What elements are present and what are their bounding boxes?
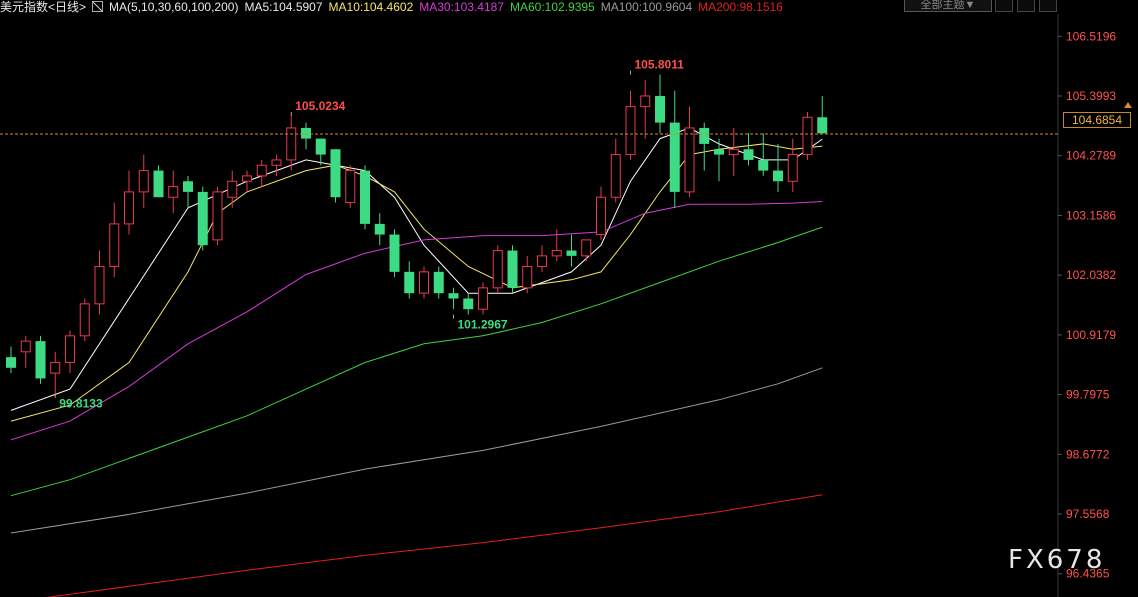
candle-body bbox=[35, 341, 46, 379]
ma-line-ma60 bbox=[10, 226, 823, 497]
candle-body bbox=[817, 117, 828, 134]
candle-body bbox=[50, 361, 61, 374]
candle-body bbox=[537, 255, 547, 268]
ma-line-ma100 bbox=[10, 367, 823, 534]
candle-body bbox=[522, 266, 533, 289]
candle-body bbox=[109, 223, 120, 268]
candle-body bbox=[286, 127, 297, 161]
y-tick-label: 103.1586 bbox=[1066, 208, 1116, 222]
candle-body bbox=[802, 116, 813, 156]
candle-body bbox=[168, 186, 179, 198]
last-price-badge: 104.6854 bbox=[1063, 112, 1131, 128]
candle-body bbox=[743, 149, 754, 160]
ma-line-ma5 bbox=[10, 127, 823, 411]
candle-body bbox=[419, 271, 429, 294]
watermark-logo: FX678 bbox=[1008, 545, 1106, 575]
y-tick-label: 100.9179 bbox=[1066, 328, 1116, 342]
candle-body bbox=[448, 293, 459, 299]
y-tick-label: 105.3993 bbox=[1066, 89, 1116, 103]
candle-body bbox=[124, 191, 134, 225]
low-label: 99.8133 bbox=[59, 397, 103, 411]
price-plot: 106.5196 105.3993 104.2789 103.1586 102.0382… bbox=[0, 14, 1132, 597]
candle-body bbox=[551, 250, 562, 257]
candle-body bbox=[389, 234, 400, 272]
candle-body bbox=[79, 303, 90, 337]
candle-body bbox=[684, 127, 695, 193]
y-tick-label: 98.6772 bbox=[1066, 447, 1110, 461]
candle-body bbox=[728, 148, 739, 156]
candle-body bbox=[6, 357, 16, 368]
ma-line-ma200 bbox=[46, 494, 823, 597]
candle-body bbox=[227, 180, 238, 198]
y-tick-label: 97.5568 bbox=[1066, 507, 1110, 521]
y-tick-label: 106.5196 bbox=[1066, 29, 1116, 43]
y-tick-label: 104.2789 bbox=[1066, 149, 1116, 163]
candle-body bbox=[197, 191, 208, 246]
candle-body bbox=[256, 164, 267, 177]
candle-body bbox=[330, 149, 341, 198]
candle-body bbox=[65, 335, 75, 363]
candle-body bbox=[699, 127, 710, 144]
candle-body bbox=[596, 196, 606, 236]
y-tick-label: 99.7975 bbox=[1066, 388, 1110, 402]
candle-body bbox=[478, 287, 488, 310]
high-label: 105.0234 bbox=[295, 99, 345, 113]
candle-body bbox=[20, 340, 31, 353]
candle-body bbox=[212, 191, 223, 241]
candle-body bbox=[669, 122, 680, 192]
y-tick-label: 102.0382 bbox=[1066, 268, 1116, 282]
candle-body bbox=[374, 223, 385, 235]
candle-body bbox=[758, 159, 769, 171]
candlestick-chart[interactable]: 美元指数<日线> MA(5,10,30,60,100,200) MA5:104.59… bbox=[0, 0, 1138, 597]
last-price-arrow-icon bbox=[1124, 102, 1132, 108]
candle-body bbox=[404, 271, 415, 294]
ma-line-ma10 bbox=[10, 143, 823, 422]
candle-body bbox=[463, 298, 474, 310]
candle-body bbox=[773, 170, 783, 182]
candle-body bbox=[301, 127, 311, 139]
candle-body bbox=[625, 106, 636, 156]
candle-body bbox=[315, 138, 326, 155]
candle-body bbox=[566, 250, 577, 256]
candle-body bbox=[271, 159, 282, 166]
candle-body bbox=[714, 149, 724, 155]
candle-body bbox=[433, 271, 444, 294]
candle-body bbox=[610, 154, 621, 198]
candle-body bbox=[94, 266, 105, 305]
candle-body bbox=[640, 95, 651, 108]
candle-body bbox=[655, 95, 665, 123]
candle-body bbox=[507, 250, 518, 288]
candle-body bbox=[153, 170, 164, 198]
high-label: 105.8011 bbox=[635, 58, 685, 72]
low-label: 101.2967 bbox=[458, 318, 508, 332]
candle-body bbox=[138, 170, 149, 193]
candle-body bbox=[492, 250, 503, 289]
candle-body bbox=[183, 181, 193, 192]
candle-body bbox=[242, 175, 252, 182]
candle-body bbox=[787, 154, 798, 182]
candle-body bbox=[581, 239, 592, 257]
candle-body bbox=[345, 170, 356, 204]
candle-body bbox=[360, 170, 370, 224]
